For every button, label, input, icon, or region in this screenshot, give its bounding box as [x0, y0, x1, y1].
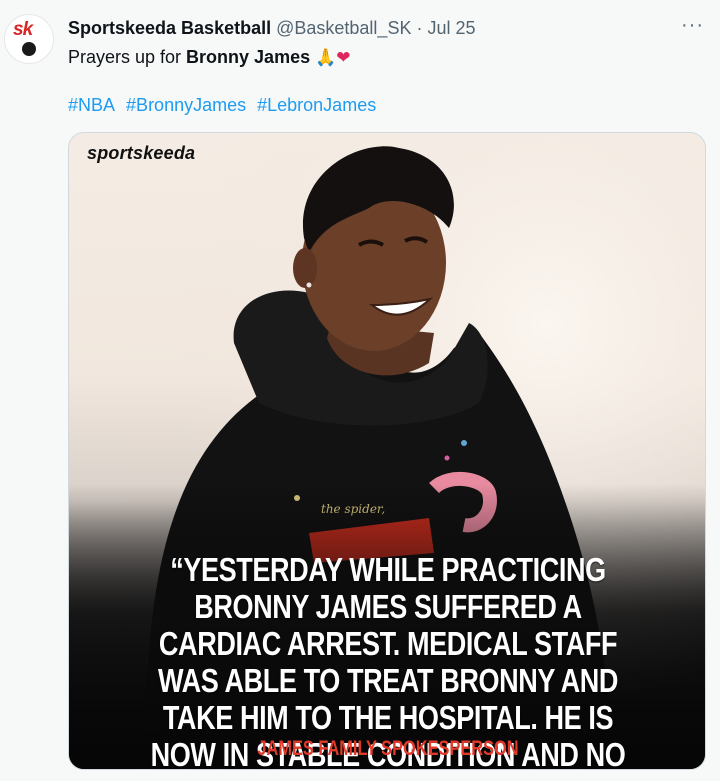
hashtag-bronnyjames[interactable]: #BronnyJames — [126, 95, 246, 115]
more-options-icon[interactable]: ··· — [681, 14, 704, 37]
tweet-timestamp[interactable]: Jul 25 — [427, 18, 475, 38]
basketball-icon — [22, 42, 36, 56]
tweet-text: Prayers up for Bronny James 🙏❤ — [68, 45, 351, 70]
red-heart-emoji: ❤ — [336, 48, 351, 68]
quote-attribution: JAMES FAMILY SPOKESPERSON — [257, 737, 519, 760]
praying-hands-emoji: 🙏 — [315, 48, 337, 68]
sportskeeda-logo: sk — [13, 19, 33, 40]
hashtag-nba[interactable]: #NBA — [68, 95, 115, 115]
tweet-text-prefix: Prayers up for — [68, 47, 187, 67]
separator-dot: · — [416, 18, 423, 38]
author-name[interactable]: Sportskeeda Basketball — [68, 18, 271, 38]
tweet-card[interactable]: sk Sportskeeda Basketball @Basketball_SK… — [0, 0, 720, 781]
hashtag-lebronjames[interactable]: #LebronJames — [257, 95, 376, 115]
avatar[interactable]: sk — [4, 14, 54, 64]
hashtag-list: #NBA #BronnyJames #LebronJames — [68, 93, 382, 117]
tweet-header: Sportskeeda Basketball @Basketball_SK · … — [68, 17, 476, 39]
sportskeeda-watermark: sportskeeda — [87, 143, 196, 163]
tweet-media-image[interactable]: the spider, sportskeeda “YESTERDAY WHILE… — [68, 132, 706, 770]
author-handle[interactable]: @Basketball_SK — [276, 18, 411, 38]
tweet-text-mention: Bronny James — [186, 47, 311, 67]
